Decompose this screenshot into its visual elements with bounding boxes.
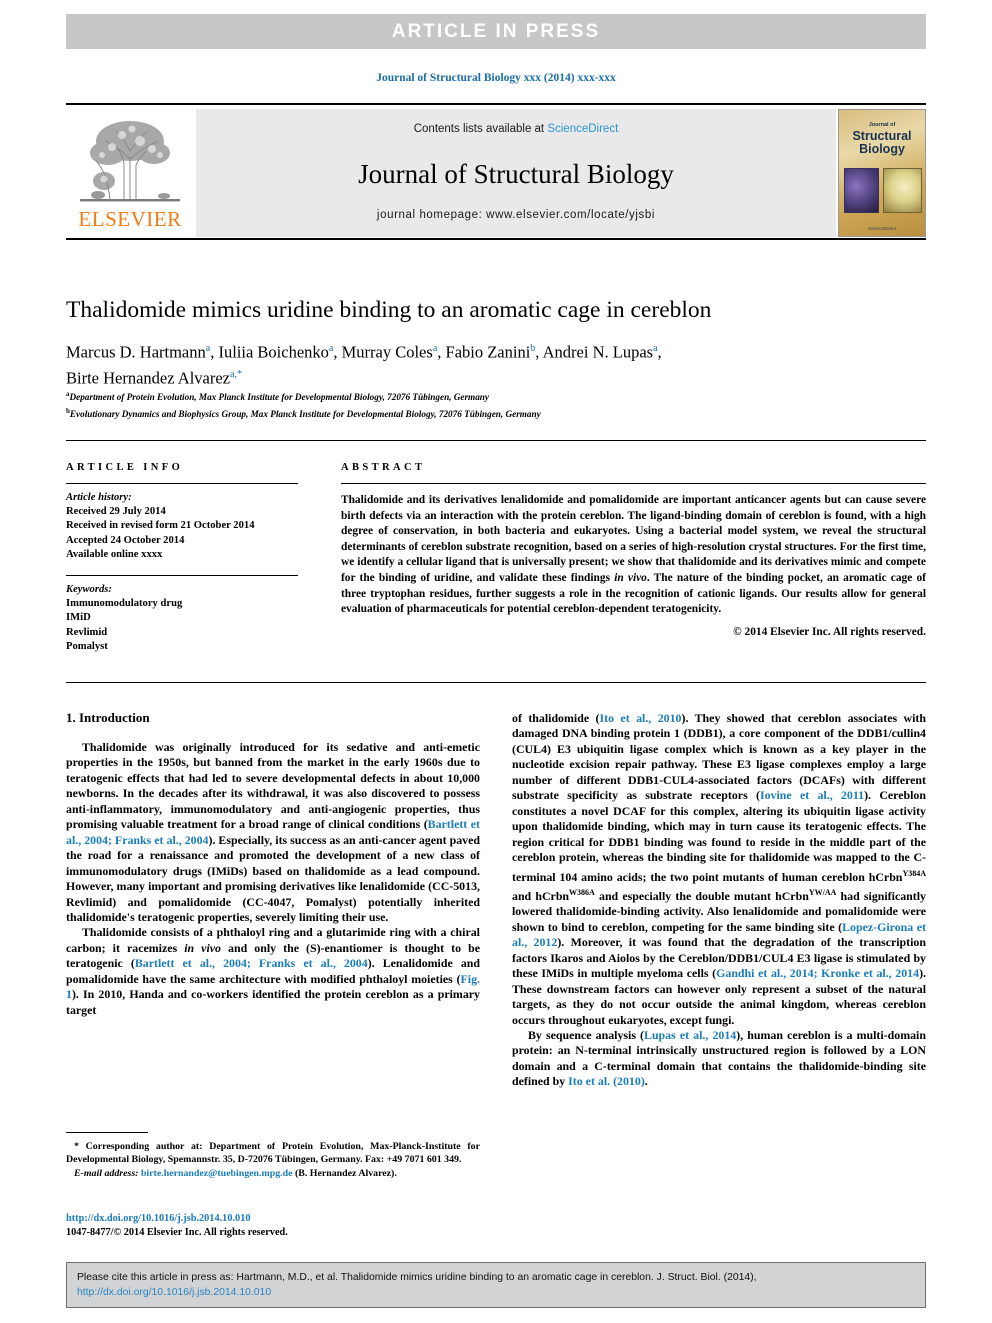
mutation-superscript: Y384A bbox=[902, 868, 926, 878]
keyword-item: Immunomodulatory drug bbox=[66, 598, 183, 610]
para-text: and hCrbn bbox=[512, 888, 570, 903]
citation-link[interactable]: Bartlett et al., 2004; Franks et al., 20… bbox=[135, 956, 368, 970]
abstract-copyright: © 2014 Elsevier Inc. All rights reserved… bbox=[733, 625, 926, 638]
abstract-italic-invivo: in vivo bbox=[614, 571, 647, 584]
citation-link[interactable]: Lupas et al., 2014 bbox=[644, 1028, 736, 1042]
keyword-item: Revlimid bbox=[66, 626, 108, 638]
para-text: ). In 2010, Handa and co-workers identif… bbox=[66, 987, 480, 1017]
elsevier-tree-icon bbox=[80, 121, 180, 202]
footnote-block: * Corresponding author at: Department of… bbox=[66, 1140, 480, 1180]
doi-block: http://dx.doi.org/10.1016/j.jsb.2014.10.… bbox=[66, 1212, 480, 1239]
abstract-heading: ABSTRACT bbox=[341, 462, 426, 473]
history-item: Received 29 July 2014 bbox=[66, 506, 166, 518]
keyword-item: IMiD bbox=[66, 612, 91, 624]
elsevier-wordmark: ELSEVIER bbox=[78, 207, 182, 231]
citation-link[interactable]: Ito et al. (2010) bbox=[568, 1074, 645, 1088]
cover-micrograph-right bbox=[883, 168, 922, 213]
para-text: Thalidomide was originally introduced fo… bbox=[66, 740, 480, 832]
affil-marker: a bbox=[432, 343, 438, 354]
italic-invivo: in vivo bbox=[184, 940, 221, 955]
abstract-column: ABSTRACT Thalidomide and its derivatives… bbox=[341, 462, 926, 638]
affiliation-b-text: Evolutionary Dynamics and Biophysics Gro… bbox=[69, 408, 541, 419]
paragraph: Thalidomide consists of a phthaloyl ring… bbox=[66, 925, 480, 1018]
article-in-press-banner: ARTICLE IN PRESS bbox=[66, 14, 926, 49]
masthead-bottom-rule bbox=[66, 238, 926, 240]
issn-copyright-line: 1047-8477/© 2014 Elsevier Inc. All right… bbox=[66, 1226, 288, 1238]
cover-title-line2: Biology bbox=[859, 142, 905, 156]
para-text: . bbox=[644, 1074, 648, 1089]
abstract-divider bbox=[341, 483, 926, 484]
corresponding-author-note: * Corresponding author at: Department of… bbox=[66, 1141, 480, 1166]
history-item: Accepted 24 October 2014 bbox=[66, 534, 185, 546]
citation-prefix: Please cite this article in press as: Ha… bbox=[77, 1272, 757, 1283]
footnote-rule bbox=[66, 1132, 148, 1133]
section-heading-introduction: 1. Introduction bbox=[66, 710, 150, 725]
journal-cover-thumbnail[interactable]: Journal of Structural Biology ScienceDir… bbox=[838, 109, 926, 237]
history-item: Received in revised form 21 October 2014 bbox=[66, 520, 255, 532]
panel-bottom-rule bbox=[66, 682, 926, 683]
panel-top-rule bbox=[66, 440, 926, 441]
keyword-item: Pomalyst bbox=[66, 640, 108, 652]
author-list: Marcus D. Hartmanna, Iuliia Boichenkoa, … bbox=[66, 342, 662, 388]
journal-title: Journal of Structural Biology bbox=[358, 159, 674, 189]
paragraph: By sequence analysis (Lupas et al., 2014… bbox=[512, 1028, 926, 1090]
affil-marker: a bbox=[205, 343, 211, 354]
journal-masthead: ELSEVIER Contents lists available at Sci… bbox=[66, 103, 926, 237]
cover-title-line1: Structural bbox=[852, 129, 912, 143]
affiliation-a: aDepartment of Protein Evolution, Max Pl… bbox=[66, 388, 926, 405]
cover-bottom-label: ScienceDirect bbox=[868, 226, 896, 231]
citation-link[interactable]: Ito et al., 2010 bbox=[599, 711, 681, 725]
para-text: ). Cereblon constitutes a novel DCAF for… bbox=[512, 788, 926, 884]
affil-marker-corresponding: a,* bbox=[230, 368, 242, 380]
email-link[interactable]: birte.hernandez@tuebingen.mpg.de bbox=[141, 1168, 293, 1179]
citation-instruction-text: Please cite this article in press as: Ha… bbox=[77, 1270, 919, 1300]
citation-instruction-box: Please cite this article in press as: Ha… bbox=[66, 1262, 926, 1308]
citation-link[interactable]: Gandhi et al., 2014; Kronke et al., 2014 bbox=[716, 966, 919, 980]
cover-micrograph-left bbox=[844, 168, 879, 213]
mutation-superscript: W386A bbox=[569, 887, 595, 897]
affil-marker: b bbox=[530, 343, 536, 354]
email-label: E-mail address: bbox=[74, 1167, 139, 1179]
sciencedirect-link[interactable]: ScienceDirect bbox=[547, 123, 618, 135]
masthead-center-panel: Contents lists available at ScienceDirec… bbox=[196, 109, 836, 237]
affiliations: aDepartment of Protein Evolution, Max Pl… bbox=[66, 388, 926, 421]
article-history-block: Article history: Received 29 July 2014 R… bbox=[66, 491, 319, 562]
contents-prefix: Contents lists available at bbox=[413, 123, 548, 135]
body-column-left: Thalidomide was originally introduced fo… bbox=[66, 740, 480, 1018]
para-text: By sequence analysis ( bbox=[528, 1028, 645, 1042]
journal-reference-line: Journal of Structural Biology xxx (2014)… bbox=[376, 72, 616, 84]
cover-top-label: Journal of bbox=[868, 122, 896, 128]
keywords-label: Keywords: bbox=[66, 584, 112, 596]
keywords-block: Keywords: Immunomodulatory drug IMiD Rev… bbox=[66, 583, 319, 654]
article-in-press-label: ARTICLE IN PRESS bbox=[391, 21, 601, 42]
body-column-right: of thalidomide (Ito et al., 2010). They … bbox=[512, 711, 926, 1090]
affiliation-a-text: Department of Protein Evolution, Max Pla… bbox=[69, 392, 489, 403]
citation-doi-link[interactable]: http://dx.doi.org/10.1016/j.jsb.2014.10.… bbox=[77, 1287, 271, 1298]
affil-marker: a bbox=[328, 343, 334, 354]
history-item: Available online xxxx bbox=[66, 548, 163, 560]
citation-link[interactable]: Iovine et al., 2011 bbox=[760, 788, 864, 802]
article-history-label: Article history: bbox=[66, 492, 132, 503]
keywords-divider bbox=[66, 575, 298, 577]
abstract-part-1: Thalidomide and its derivatives lenalido… bbox=[341, 494, 926, 584]
journal-homepage-link[interactable]: journal homepage: www.elsevier.com/locat… bbox=[196, 209, 836, 221]
elsevier-logo: ELSEVIER bbox=[66, 109, 194, 237]
affiliation-b: bEvolutionary Dynamics and Biophysics Gr… bbox=[66, 405, 926, 422]
abstract-text: Thalidomide and its derivatives lenalido… bbox=[341, 493, 926, 618]
doi-link[interactable]: http://dx.doi.org/10.1016/j.jsb.2014.10.… bbox=[66, 1212, 480, 1226]
page-title: Thalidomide mimics uridine binding to an… bbox=[66, 297, 712, 323]
para-text: and especially the double mutant hCrbn bbox=[594, 888, 809, 903]
cover-title: Structural Biology bbox=[839, 130, 925, 156]
affil-marker: a bbox=[653, 343, 658, 354]
paragraph: of thalidomide (Ito et al., 2010). They … bbox=[512, 711, 926, 1028]
para-text: of thalidomide ( bbox=[512, 711, 600, 725]
article-info-column: ARTICLE INFO Article history: Received 2… bbox=[66, 462, 319, 654]
email-owner: (B. Hernandez Alvarez). bbox=[294, 1167, 397, 1179]
email-note: E-mail address: birte.hernandez@tuebinge… bbox=[66, 1167, 480, 1180]
article-info-heading: ARTICLE INFO bbox=[66, 462, 184, 473]
paragraph: Thalidomide was originally introduced fo… bbox=[66, 740, 480, 925]
mutation-superscript: YW/AA bbox=[808, 887, 837, 897]
article-info-divider bbox=[66, 483, 298, 484]
contents-list-line: Contents lists available at ScienceDirec… bbox=[196, 123, 836, 135]
